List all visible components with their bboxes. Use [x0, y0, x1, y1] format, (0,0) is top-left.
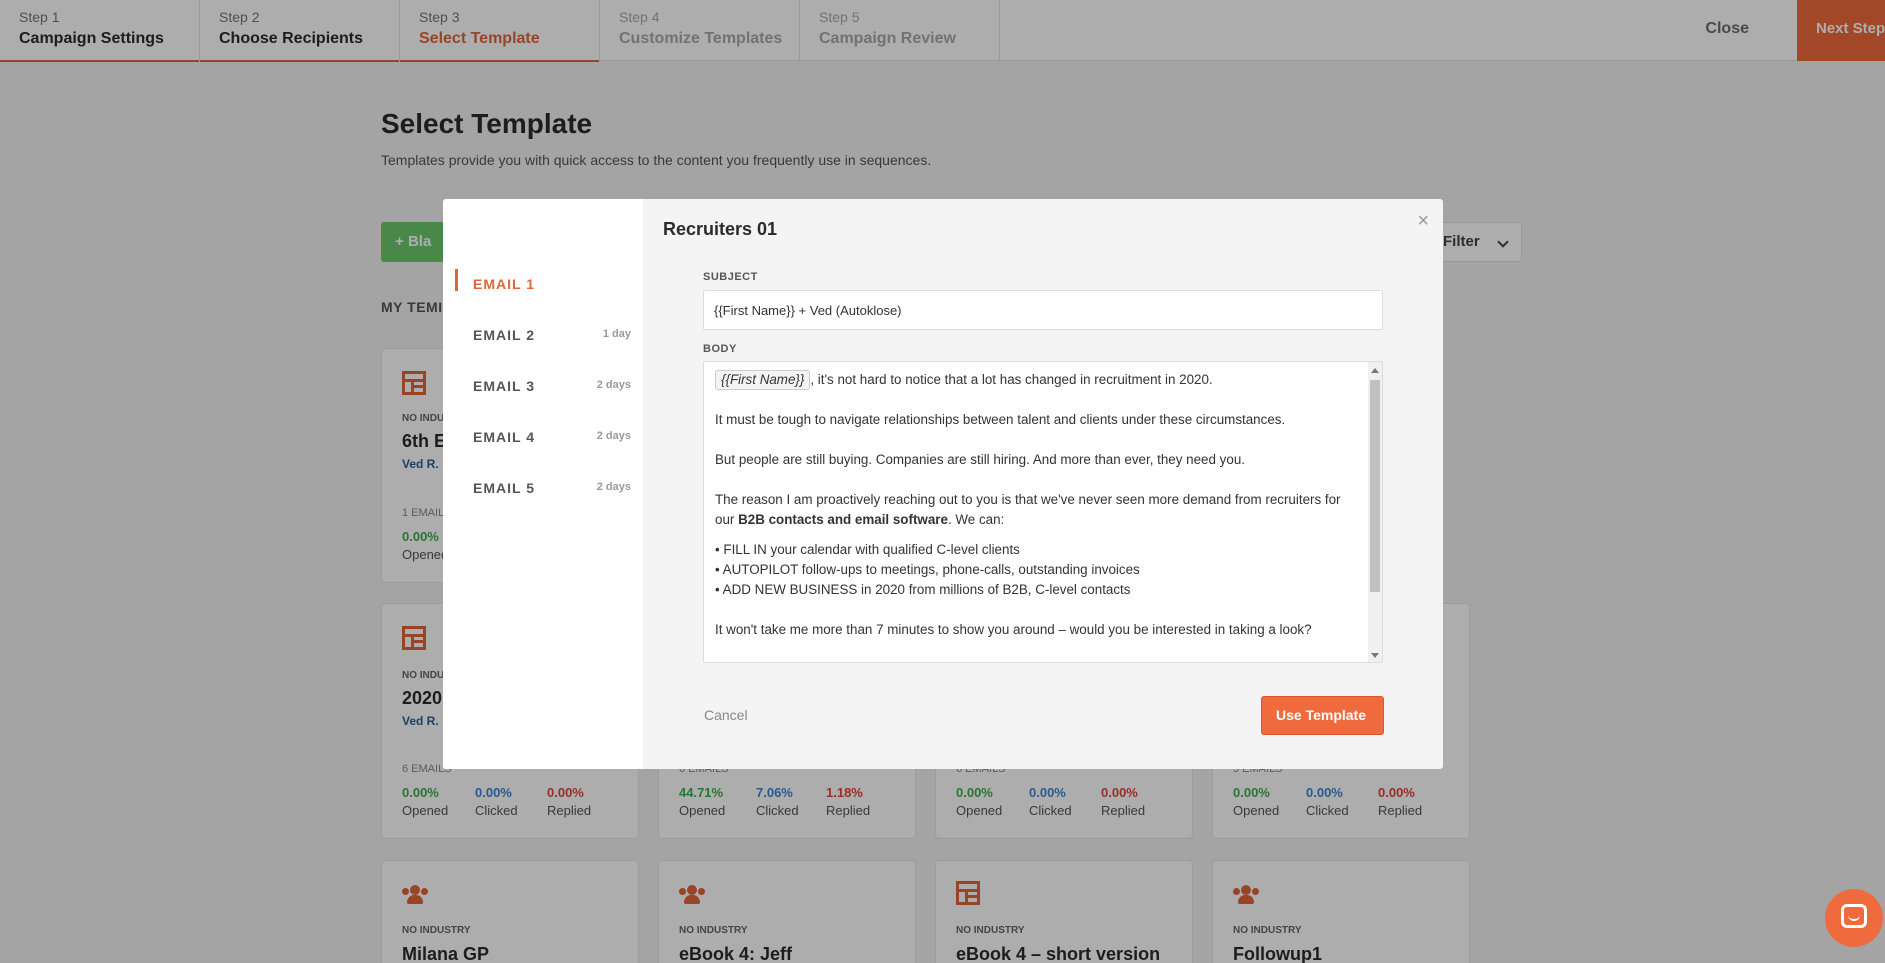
email-tab-5[interactable]: EMAIL 5 2 days [455, 473, 631, 501]
email-tab-label: EMAIL 4 [473, 429, 535, 445]
body-paragraph: But people are still buying. Companies a… [715, 452, 1245, 467]
body-content: {{First Name}}, it's not hard to notice … [715, 370, 1355, 660]
email-tab-label: EMAIL 2 [473, 327, 535, 343]
template-preview-modal: EMAIL 1 EMAIL 2 1 day EMAIL 3 2 days EMA… [443, 199, 1443, 769]
body-scrollbar[interactable] [1368, 362, 1382, 662]
email-tab-3[interactable]: EMAIL 3 2 days [455, 371, 631, 399]
body-text-segment: . We can: [947, 512, 1005, 527]
email-delay: 2 days [596, 481, 631, 493]
body-editor[interactable]: {{First Name}}, it's not hard to notice … [703, 361, 1383, 663]
email-tab-label: EMAIL 3 [473, 378, 535, 394]
email-tab-label: EMAIL 1 [473, 276, 535, 292]
email-tab-2[interactable]: EMAIL 2 1 day [455, 320, 631, 348]
body-label: BODY [703, 343, 737, 355]
email-delay: 1 day [602, 328, 631, 340]
body-bullet: • ADD NEW BUSINESS in 2020 from millions… [715, 582, 1131, 597]
use-template-button[interactable]: Use Template [1261, 696, 1384, 735]
merge-tag[interactable]: {{First Name}} [715, 370, 811, 390]
chat-icon[interactable] [1825, 889, 1883, 947]
body-bullet: • FILL IN your calendar with qualified C… [715, 542, 1020, 557]
scroll-up-arrow-icon[interactable] [1371, 368, 1379, 373]
email-tab-label: EMAIL 5 [473, 480, 535, 496]
scroll-down-arrow-icon[interactable] [1371, 653, 1379, 658]
close-icon[interactable]: × [1417, 211, 1429, 231]
scrollbar-thumb[interactable] [1370, 380, 1380, 592]
subject-field[interactable] [703, 290, 1383, 330]
body-paragraph: It won't take me more than 7 minutes to … [715, 622, 1312, 637]
email-delay: 2 days [596, 379, 631, 391]
email-tab-1[interactable]: EMAIL 1 [455, 269, 631, 297]
body-line: , it's not hard to notice that a lot has… [810, 372, 1213, 387]
cancel-button[interactable]: Cancel [704, 707, 748, 723]
body-paragraph: It must be tough to navigate relationshi… [715, 412, 1286, 427]
body-bullet: • AUTOPILOT follow-ups to meetings, phon… [715, 562, 1140, 577]
modal-title: Recruiters 01 [663, 219, 778, 239]
email-sequence-sidebar: EMAIL 1 EMAIL 2 1 day EMAIL 3 2 days EMA… [443, 199, 643, 769]
email-delay: 2 days [596, 430, 631, 442]
body-bold-segment: B2B contacts and email software [738, 512, 948, 527]
email-tab-4[interactable]: EMAIL 4 2 days [455, 422, 631, 450]
subject-label: SUBJECT [703, 271, 758, 283]
